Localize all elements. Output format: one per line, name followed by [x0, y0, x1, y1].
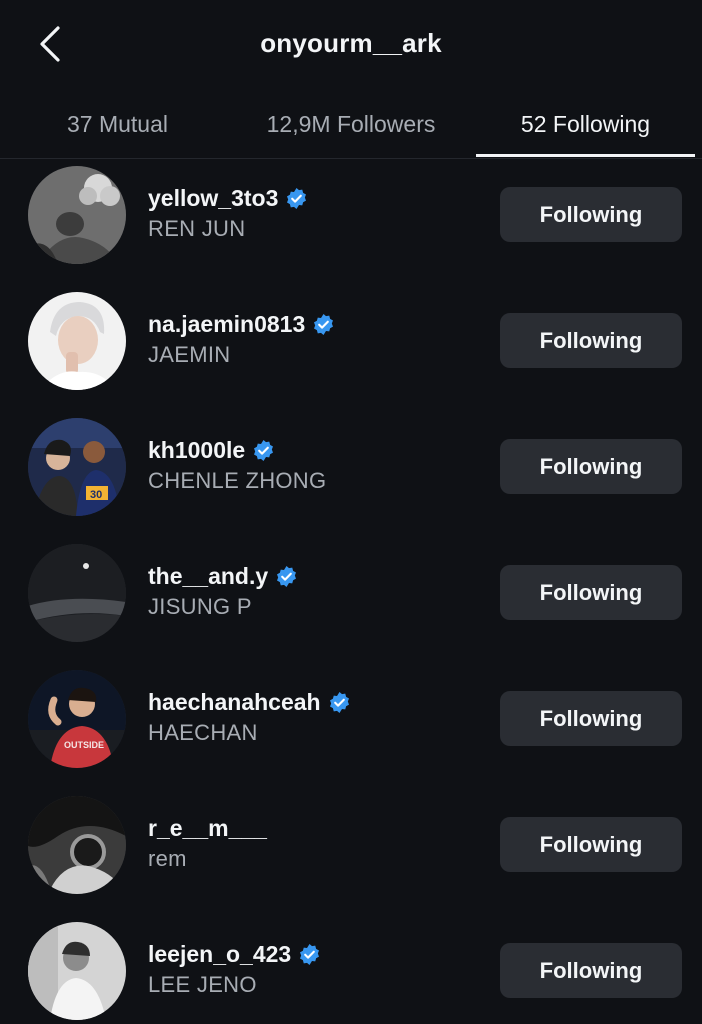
top-bar: onyourm__ark: [0, 0, 702, 90]
svg-text:OUTSIDE: OUTSIDE: [64, 740, 104, 750]
full-name: rem: [148, 846, 187, 871]
username[interactable]: yellow_3to3: [148, 185, 278, 212]
username[interactable]: the__and.y: [148, 563, 268, 590]
avatar[interactable]: [28, 796, 126, 894]
account-names: r_e__m___ rem: [148, 812, 267, 872]
username[interactable]: r_e__m___: [148, 815, 267, 842]
list-item: 30 kh1000le CHENLE ZHONG Following: [0, 416, 702, 542]
avatar[interactable]: OUTSIDE: [28, 670, 126, 768]
username[interactable]: leejen_o_423: [148, 941, 291, 968]
verified-badge-icon: [277, 565, 297, 587]
account-names: kh1000le CHENLE ZHONG: [148, 434, 326, 494]
verified-badge-icon: [287, 187, 307, 209]
tab-bar: 37 Mutual 12,9M Followers 52 Following: [0, 92, 702, 159]
page-title: onyourm__ark: [260, 28, 442, 58]
verified-badge-icon: [254, 439, 274, 461]
account-names: haechanahceah HAECHAN: [148, 686, 351, 746]
svg-text:30: 30: [90, 489, 102, 501]
following-button[interactable]: Following: [500, 943, 682, 998]
full-name: HAECHAN: [148, 720, 258, 745]
verified-badge-icon: [329, 691, 349, 713]
following-button[interactable]: Following: [500, 691, 682, 746]
account-names: na.jaemin0813 JAEMIN: [148, 308, 335, 368]
verified-badge-icon: [314, 313, 334, 335]
avatar[interactable]: [28, 166, 126, 264]
list-item: r_e__m___ rem Following: [0, 794, 702, 920]
account-names: yellow_3to3 REN JUN: [148, 182, 308, 242]
following-list: yellow_3to3 REN JUN Following na.jaemin0…: [0, 164, 702, 1024]
avatar[interactable]: 30: [28, 418, 126, 516]
tab-following[interactable]: 52 Following: [476, 92, 695, 156]
username[interactable]: haechanahceah: [148, 689, 321, 716]
username[interactable]: na.jaemin0813: [148, 311, 305, 338]
full-name: JAEMIN: [148, 342, 231, 367]
list-item: leejen_o_423 LEE JENO Following: [0, 920, 702, 1024]
full-name: REN JUN: [148, 216, 246, 241]
avatar[interactable]: [28, 922, 126, 1020]
list-item: the__and.y JISUNG P Following: [0, 542, 702, 668]
tab-mutual[interactable]: 37 Mutual: [30, 92, 205, 156]
following-screen: onyourm__ark 37 Mutual 12,9M Followers 5…: [0, 0, 702, 1024]
account-names: the__and.y JISUNG P: [148, 560, 298, 620]
active-tab-indicator: [476, 154, 695, 157]
tab-followers[interactable]: 12,9M Followers: [240, 92, 462, 156]
list-item: yellow_3to3 REN JUN Following: [0, 164, 702, 290]
account-names: leejen_o_423 LEE JENO: [148, 938, 321, 998]
following-button[interactable]: Following: [500, 565, 682, 620]
list-item: na.jaemin0813 JAEMIN Following: [0, 290, 702, 416]
following-button[interactable]: Following: [500, 313, 682, 368]
following-button[interactable]: Following: [500, 817, 682, 872]
avatar[interactable]: [28, 544, 126, 642]
username[interactable]: kh1000le: [148, 437, 245, 464]
list-item: OUTSIDE haechanahceah HAECHAN Following: [0, 668, 702, 794]
full-name: JISUNG P: [148, 594, 252, 619]
full-name: LEE JENO: [148, 972, 257, 997]
following-button[interactable]: Following: [500, 439, 682, 494]
verified-badge-icon: [300, 943, 320, 965]
following-button[interactable]: Following: [500, 187, 682, 242]
full-name: CHENLE ZHONG: [148, 468, 327, 493]
avatar[interactable]: [28, 292, 126, 390]
